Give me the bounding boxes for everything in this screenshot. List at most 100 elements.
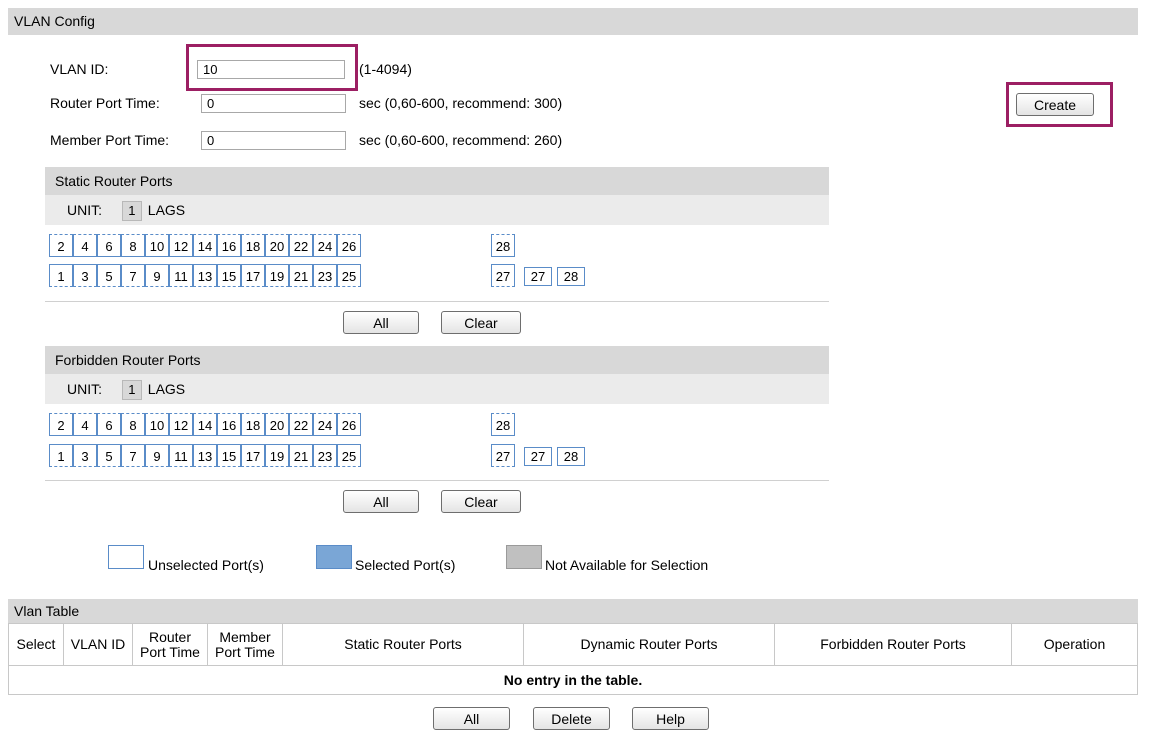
forbidden-port-20[interactable]: 20 — [265, 413, 289, 436]
forbidden-port-11[interactable]: 11 — [169, 444, 193, 467]
static-port-12[interactable]: 12 — [169, 234, 193, 257]
static-port-14[interactable]: 14 — [193, 234, 217, 257]
table-help-button[interactable]: Help — [632, 707, 709, 730]
col-router-port-time: Router Port Time — [132, 623, 208, 666]
col-dynamic-router-ports: Dynamic Router Ports — [523, 623, 775, 666]
forbidden-port-28[interactable]: 28 — [491, 413, 515, 436]
static-port-5[interactable]: 5 — [97, 264, 121, 287]
forbidden-port-21[interactable]: 21 — [289, 444, 313, 467]
forbidden-clear-button[interactable]: Clear — [441, 490, 521, 513]
forbidden-port-17[interactable]: 17 — [241, 444, 265, 467]
forbidden-ports-bottom-row: 1 3 5 7 9 11 13 15 17 19 21 23 25 — [49, 444, 361, 467]
forbidden-port-14[interactable]: 14 — [193, 413, 217, 436]
vlan-id-label: VLAN ID: — [50, 61, 109, 77]
forbidden-lag-27[interactable]: 27 — [524, 447, 552, 466]
vlan-table: Select VLAN ID Router Port Time Member P… — [8, 623, 1138, 695]
forbidden-port-2[interactable]: 2 — [49, 413, 73, 436]
static-port-28[interactable]: 28 — [491, 234, 515, 257]
member-port-time-label: Member Port Time: — [50, 132, 170, 148]
static-port-3[interactable]: 3 — [73, 264, 97, 287]
forbidden-lag-28[interactable]: 28 — [557, 447, 585, 466]
static-port-9[interactable]: 9 — [145, 264, 169, 287]
forbidden-all-button[interactable]: All — [343, 490, 419, 513]
static-lag-27[interactable]: 27 — [524, 267, 552, 286]
static-port-26[interactable]: 26 — [337, 234, 361, 257]
static-port-20[interactable]: 20 — [265, 234, 289, 257]
col-operation: Operation — [1011, 623, 1138, 666]
table-all-button[interactable]: All — [433, 707, 510, 730]
vlan-table-header-row: Select VLAN ID Router Port Time Member P… — [8, 623, 1138, 666]
static-port-16[interactable]: 16 — [217, 234, 241, 257]
static-lags-tab[interactable]: LAGS — [148, 202, 185, 218]
static-port-27-wrap: 27 — [491, 264, 515, 287]
forbidden-port-27-wrap: 27 — [491, 444, 515, 467]
create-button[interactable]: Create — [1016, 93, 1094, 116]
static-port-21[interactable]: 21 — [289, 264, 313, 287]
static-port-8[interactable]: 8 — [121, 234, 145, 257]
vlan-table-title: Vlan Table — [14, 603, 80, 619]
forbidden-port-13[interactable]: 13 — [193, 444, 217, 467]
static-port-11[interactable]: 11 — [169, 264, 193, 287]
forbidden-port-5[interactable]: 5 — [97, 444, 121, 467]
forbidden-port-1[interactable]: 1 — [49, 444, 73, 467]
router-port-time-input[interactable] — [201, 94, 346, 113]
forbidden-port-6[interactable]: 6 — [97, 413, 121, 436]
col-forbidden-router-ports: Forbidden Router Ports — [774, 623, 1012, 666]
forbidden-port-9[interactable]: 9 — [145, 444, 169, 467]
static-port-10[interactable]: 10 — [145, 234, 169, 257]
forbidden-port-16[interactable]: 16 — [217, 413, 241, 436]
forbidden-port-24[interactable]: 24 — [313, 413, 337, 436]
forbidden-port-3[interactable]: 3 — [73, 444, 97, 467]
forbidden-router-ports-title: Forbidden Router Ports — [55, 352, 201, 368]
static-port-17[interactable]: 17 — [241, 264, 265, 287]
forbidden-unit-label: UNIT: — [67, 381, 102, 397]
static-port-6[interactable]: 6 — [97, 234, 121, 257]
static-port-15[interactable]: 15 — [217, 264, 241, 287]
col-member-port-time-line1: Member — [219, 628, 271, 645]
forbidden-port-4[interactable]: 4 — [73, 413, 97, 436]
static-port-4[interactable]: 4 — [73, 234, 97, 257]
static-port-19[interactable]: 19 — [265, 264, 289, 287]
static-port-28-wrap: 28 — [491, 234, 515, 257]
forbidden-port-19[interactable]: 19 — [265, 444, 289, 467]
static-port-27[interactable]: 27 — [491, 264, 515, 287]
static-port-22[interactable]: 22 — [289, 234, 313, 257]
table-delete-button[interactable]: Delete — [533, 707, 610, 730]
static-unit-1-button[interactable]: 1 — [121, 201, 142, 221]
forbidden-port-8[interactable]: 8 — [121, 413, 145, 436]
forbidden-unit-1-button[interactable]: 1 — [121, 380, 142, 400]
vlan-config-title: VLAN Config — [14, 13, 95, 29]
forbidden-port-10[interactable]: 10 — [145, 413, 169, 436]
col-static-router-ports: Static Router Ports — [282, 623, 524, 666]
col-member-port-time-line2: Port Time — [215, 643, 275, 660]
static-port-23[interactable]: 23 — [313, 264, 337, 287]
static-port-24[interactable]: 24 — [313, 234, 337, 257]
static-port-1[interactable]: 1 — [49, 264, 73, 287]
static-clear-button[interactable]: Clear — [441, 311, 521, 334]
static-all-button[interactable]: All — [343, 311, 419, 334]
col-member-port-time: Member Port Time — [207, 623, 283, 666]
forbidden-lags-tab[interactable]: LAGS — [148, 381, 185, 397]
static-port-7[interactable]: 7 — [121, 264, 145, 287]
legend-not-available-label: Not Available for Selection — [545, 557, 709, 573]
forbidden-port-22[interactable]: 22 — [289, 413, 313, 436]
static-lag-28[interactable]: 28 — [557, 267, 585, 286]
static-ports-top-row: 2 4 6 8 10 12 14 16 18 20 22 24 26 — [49, 234, 361, 257]
forbidden-port-15[interactable]: 15 — [217, 444, 241, 467]
forbidden-port-7[interactable]: 7 — [121, 444, 145, 467]
forbidden-port-18[interactable]: 18 — [241, 413, 265, 436]
static-port-25[interactable]: 25 — [337, 264, 361, 287]
member-port-time-hint: sec (0,60-600, recommend: 260) — [359, 132, 563, 148]
static-unit-label: UNIT: — [67, 202, 102, 218]
forbidden-port-27[interactable]: 27 — [491, 444, 515, 467]
static-port-2[interactable]: 2 — [49, 234, 73, 257]
static-port-18[interactable]: 18 — [241, 234, 265, 257]
forbidden-port-23[interactable]: 23 — [313, 444, 337, 467]
vlan-id-input[interactable] — [197, 60, 345, 79]
forbidden-port-25[interactable]: 25 — [337, 444, 361, 467]
static-port-13[interactable]: 13 — [193, 264, 217, 287]
forbidden-port-12[interactable]: 12 — [169, 413, 193, 436]
member-port-time-input[interactable] — [201, 131, 346, 150]
forbidden-port-26[interactable]: 26 — [337, 413, 361, 436]
col-router-port-time-line1: Router — [148, 628, 192, 645]
